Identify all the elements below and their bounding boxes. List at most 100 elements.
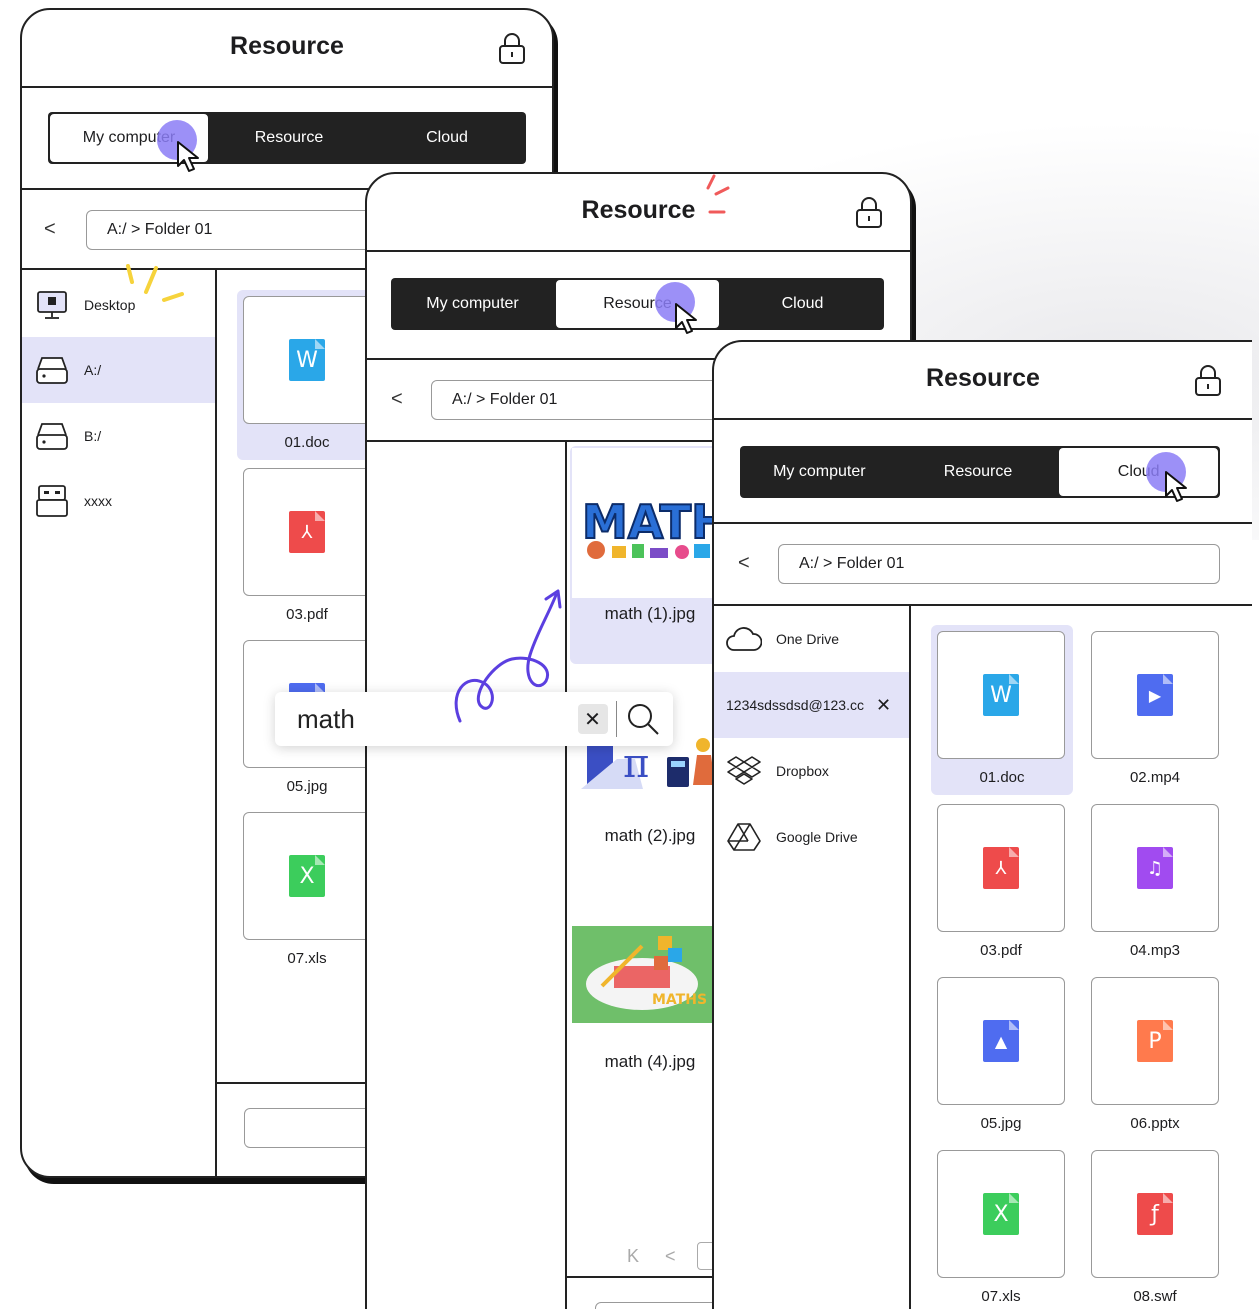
result-thumbnail: MATHS [572,926,728,1023]
pdf-file-icon: ⅄ [289,511,325,553]
file-name: 07.xls [287,950,327,967]
math-thumbnail-text: MATH [582,495,728,549]
file-name: math (1).jpg [604,604,696,623]
lock-icon[interactable] [498,32,526,64]
file-item[interactable]: P 06.pptx [1085,971,1225,1141]
back-chevron-icon[interactable]: < [44,218,56,241]
file-item[interactable]: ⅄ 03.pdf [931,798,1071,968]
powerpoint-file-icon: P [1137,1020,1173,1062]
svg-text:π: π [623,741,649,787]
lock-icon[interactable] [855,196,883,228]
page-title: Resource [581,196,696,224]
back-chevron-icon[interactable]: < [391,388,403,411]
file-item[interactable]: ▶ 02.mp4 [1085,625,1225,795]
header: Resource [367,174,910,252]
result-item[interactable]: MATH math (1).jpg [570,446,730,664]
file-name: math (2).jpg [604,826,696,845]
file-item[interactable]: ƒ 08.swf [1085,1144,1225,1309]
page-title: Resource [230,32,344,60]
sidebar-divider [565,440,567,1309]
drive-icon [34,352,70,388]
path-field[interactable]: A:/ > Folder 01 [778,544,1220,584]
sidebar-item-dropbox[interactable]: Dropbox [714,738,909,804]
file-name: 04.mp3 [1129,942,1181,959]
file-item[interactable]: ♫ 04.mp3 [1085,798,1225,968]
maths-thumbnail-text: MATHS [652,992,707,1008]
back-chevron-icon[interactable]: < [738,552,750,575]
sidebar-item-label: One Drive [776,631,840,647]
image-file-icon: ▲ [983,1020,1019,1062]
header: Resource [22,10,552,88]
sidebar-item-label: Google Drive [776,829,858,845]
video-file-icon: ▶ [1137,674,1173,716]
first-page-icon[interactable]: K [627,1246,639,1267]
sidebar-item-google-drive[interactable]: Google Drive [714,804,909,870]
sidebar-item-usb[interactable]: xxxx [22,468,215,534]
sidebar-item-a-drive[interactable]: A:/ [22,337,215,403]
cloud-icon [726,621,762,657]
sidebar-item-label: A:/ [84,362,102,378]
tab-my-computer[interactable]: My computer [740,446,899,498]
result-thumbnail: MATH [572,448,728,598]
tab-cloud[interactable]: Cloud [368,112,526,164]
file-name: 05.jpg [286,778,328,795]
sidebar-item-account[interactable]: 1234sdssdsd@123.cc ✕ [714,672,909,738]
tab-resource[interactable]: Resource [899,446,1058,498]
source-tabs: My computer Resource Cloud [48,112,526,164]
file-name: 05.jpg [980,1115,1022,1132]
remove-account-icon[interactable]: ✕ [876,695,891,716]
tab-cloud[interactable]: Cloud [721,278,884,330]
file-name: 03.pdf [286,606,328,623]
word-file-icon: W [983,674,1019,716]
cursor-icon [177,141,199,172]
excel-file-icon: X [289,855,325,897]
file-name: 07.xls [981,1288,1021,1305]
clear-icon[interactable]: ✕ [577,704,608,734]
sidebar-item-b-drive[interactable]: B:/ [22,403,215,469]
file-item[interactable]: ⅄ 03.pdf [237,462,377,632]
account-email: 1234sdssdsd@123.cc [726,697,864,713]
flash-file-icon: ƒ [1137,1193,1173,1235]
file-item[interactable]: ▲ 05.jpg [931,971,1071,1141]
file-item[interactable]: W 01.doc [931,625,1073,795]
tab-resource[interactable]: Resource [210,112,368,164]
monitor-icon [34,287,70,323]
page-title: Resource [926,364,1040,392]
lock-icon[interactable] [1194,364,1222,396]
prev-page-icon[interactable]: < [665,1246,676,1267]
search-icon[interactable] [625,701,661,737]
file-name: 08.swf [1133,1288,1177,1305]
file-name: math (4).jpg [604,1052,696,1071]
sidebar-divider [909,604,911,1309]
tab-cloud[interactable]: Cloud [1057,446,1221,498]
sidebar-item-label: Dropbox [776,763,829,779]
sidebar-item-label: B:/ [84,428,102,444]
cursor-icon [675,303,697,334]
tab-my-computer[interactable]: My computer [391,278,554,330]
file-name: 06.pptx [1130,1115,1180,1132]
dropbox-icon [726,753,762,789]
usb-drive-icon [34,483,70,519]
header: Resource [714,342,1252,420]
sidebar-item-onedrive[interactable]: One Drive [714,606,909,672]
drive-icon [34,418,70,454]
panel-cloud: Resource My computer Resource Cloud < A:… [712,340,1252,1309]
cursor-icon [1165,471,1187,502]
excel-file-icon: X [983,1193,1019,1235]
divider [714,522,1252,524]
file-name: 01.doc [979,769,1025,786]
file-name: 02.mp4 [1129,769,1181,786]
separator [615,701,617,737]
sidebar-item-label: xxxx [84,493,112,509]
source-tabs: My computer Resource Cloud [391,278,884,330]
google-drive-icon [726,819,762,855]
sparkle-icon [706,174,730,214]
sparkle-icon [126,264,184,302]
file-name: 01.doc [284,434,330,451]
file-item[interactable]: X 07.xls [237,806,377,976]
word-file-icon: W [289,339,325,381]
sidebar-divider [215,268,217,1176]
swirl-arrow-icon [454,589,562,723]
file-item[interactable]: X 07.xls [931,1144,1071,1309]
file-item[interactable]: W 01.doc [237,290,377,460]
